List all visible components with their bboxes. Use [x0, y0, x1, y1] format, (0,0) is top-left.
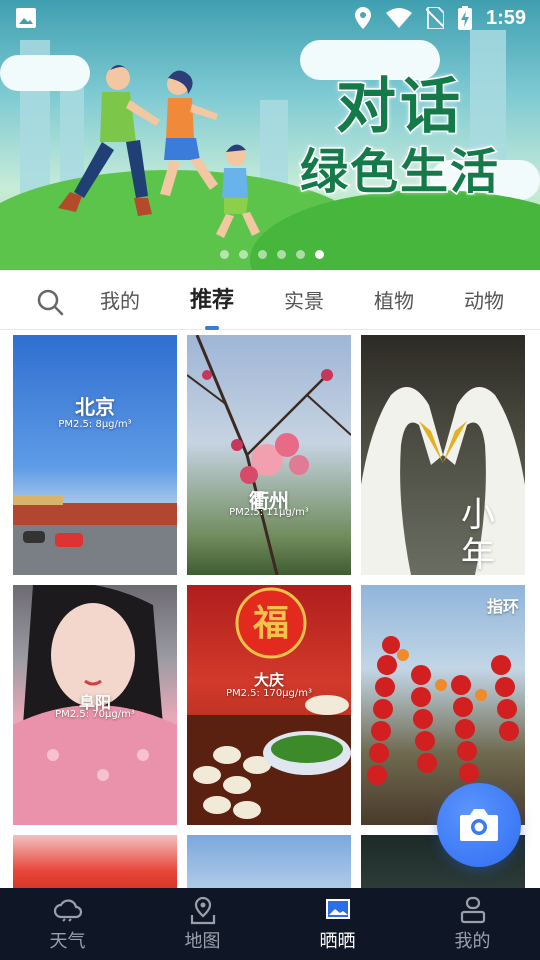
- nav-label: 天气: [49, 931, 86, 952]
- carousel-dot[interactable]: [296, 250, 305, 259]
- city-label: 大庆: [253, 671, 284, 689]
- photo-card[interactable]: 北京 PM2.5: 8μg/m³: [13, 335, 177, 575]
- car-shape: [55, 533, 83, 547]
- photo-card[interactable]: [13, 835, 177, 890]
- roof-shape: [13, 495, 63, 505]
- carousel-dot[interactable]: [258, 250, 267, 259]
- city-label: 北京: [75, 395, 115, 419]
- overlay-text: 指环: [486, 597, 519, 616]
- svg-text:福: 福: [252, 603, 289, 644]
- tab-mine[interactable]: 我的: [80, 270, 160, 330]
- search-icon[interactable]: [36, 288, 64, 316]
- dumplings-image: 福: [187, 587, 351, 825]
- camera-button[interactable]: [437, 783, 521, 867]
- category-tabs: 我的 推荐 实景 植物 动物: [0, 270, 540, 330]
- battery-charging-icon: [457, 6, 472, 30]
- bottom-navigation: 天气 地图 晒晒 我的: [0, 888, 540, 960]
- pm25-label: PM2.5: 8μg/m³: [58, 419, 132, 430]
- carousel-indicator: [220, 250, 324, 259]
- banner-title-line1: 对话: [335, 71, 464, 144]
- tab-recommended[interactable]: 推荐: [172, 270, 252, 330]
- banner-title-line2: 绿色生活: [298, 143, 500, 202]
- photo-icon: [325, 899, 350, 919]
- no-sim-icon: [425, 7, 444, 29]
- tab-scenery[interactable]: 实景: [264, 270, 344, 330]
- tiananmen-wall-shape: [13, 503, 177, 525]
- photo-card[interactable]: 福 大庆 PM2.5: 170μg/m³: [187, 585, 351, 825]
- status-icons: 1:59: [354, 6, 526, 30]
- tab-label: 实景: [284, 289, 324, 313]
- tab-label: 推荐: [189, 288, 234, 313]
- carousel-dot[interactable]: [220, 250, 229, 259]
- cloud-icon: [53, 899, 82, 922]
- photo-card[interactable]: 阜阳 PM2.5: 70μg/m³: [13, 585, 177, 825]
- nav-profile[interactable]: 我的: [405, 888, 540, 960]
- photo-card[interactable]: 小年: [361, 335, 525, 575]
- carousel-dot[interactable]: [239, 250, 248, 259]
- profile-icon: [460, 896, 485, 924]
- nav-share-photos[interactable]: 晒晒: [270, 888, 405, 960]
- photo-card[interactable]: 衢州 PM2.5: 11μg/m³: [187, 335, 351, 575]
- location-icon: [354, 7, 371, 29]
- nav-label: 地图: [184, 931, 221, 952]
- map-pin-icon: [190, 896, 215, 925]
- tab-plants[interactable]: 植物: [354, 270, 434, 330]
- car-shape: [23, 531, 45, 543]
- banner-title: 对话 绿色生活: [290, 71, 510, 202]
- nav-label: 我的: [454, 931, 491, 952]
- tab-animals[interactable]: 动物: [444, 270, 524, 330]
- app-root: 对话 绿色生活 1:59 我的 推荐 实景 植物 动物 北京 PM2.5: 8μ…: [0, 0, 540, 960]
- banner-carousel[interactable]: 对话 绿色生活: [0, 0, 540, 270]
- status-bar: 1:59: [0, 0, 540, 36]
- pm25-label: PM2.5: 70μg/m³: [55, 709, 135, 720]
- tab-label: 植物: [374, 289, 414, 313]
- pm25-label: PM2.5: 11μg/m³: [229, 507, 309, 518]
- tab-label: 我的: [100, 289, 140, 313]
- nav-label: 晒晒: [319, 931, 356, 952]
- carousel-dot-active[interactable]: [315, 250, 324, 259]
- camera-icon: [460, 809, 498, 841]
- carousel-dot[interactable]: [277, 250, 286, 259]
- gallery-icon: [16, 8, 36, 28]
- pm25-label: PM2.5: 170μg/m³: [225, 688, 313, 699]
- nav-map[interactable]: 地图: [135, 888, 270, 960]
- nav-weather[interactable]: 天气: [0, 888, 135, 960]
- plum-blossom-image: [187, 335, 351, 575]
- status-time: 1:59: [485, 6, 526, 29]
- swans-image: [361, 387, 525, 575]
- running-family-illustration: [58, 65, 260, 238]
- photo-card[interactable]: [187, 835, 351, 890]
- tab-label: 动物: [464, 289, 504, 313]
- overlay-text: 小年: [461, 495, 495, 575]
- wifi-icon: [385, 8, 412, 28]
